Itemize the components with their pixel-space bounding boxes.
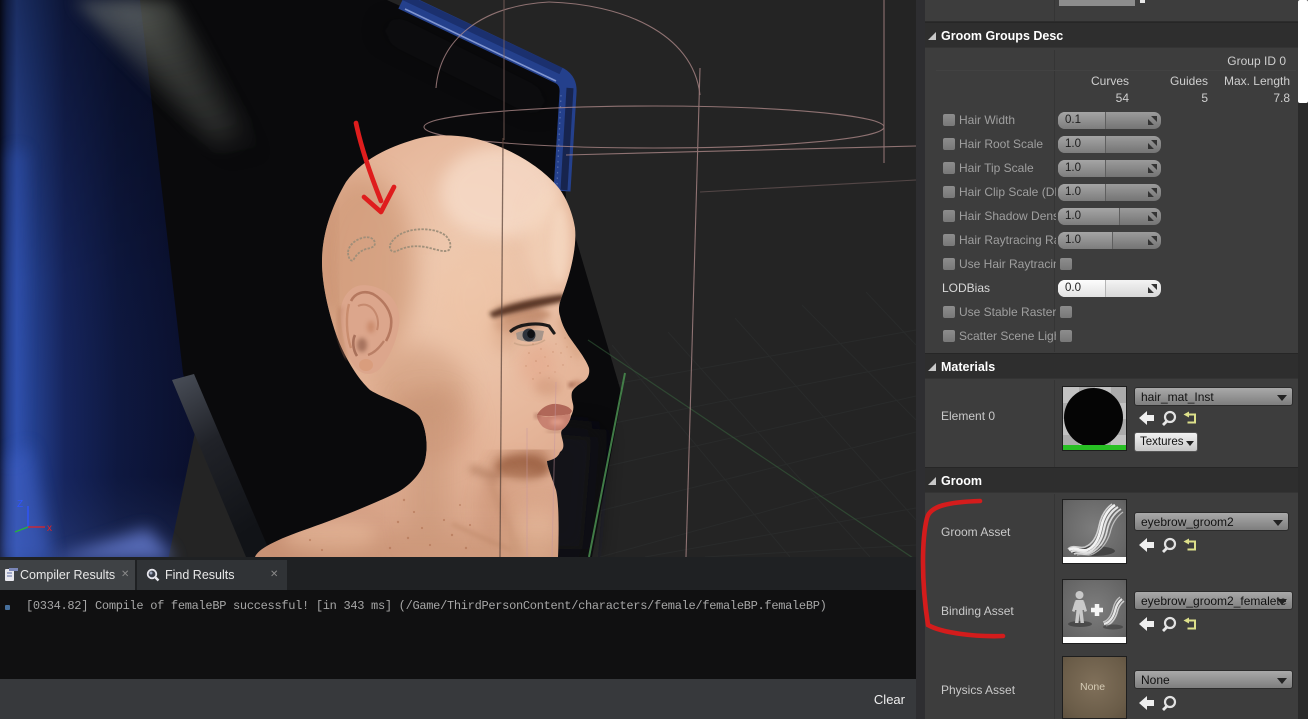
svg-text:x: x	[47, 523, 52, 534]
svg-text:Z: Z	[17, 499, 23, 510]
